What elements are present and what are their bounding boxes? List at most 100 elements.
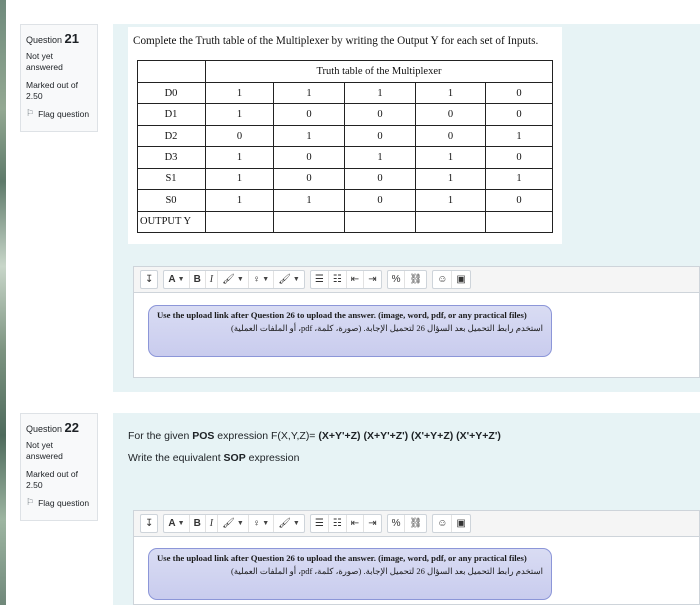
- indent-icon: ⇥: [368, 274, 377, 285]
- image-icon: ▣: [456, 274, 466, 285]
- question-prompt: For the given POS expression F(X,Y,Z)= (…: [128, 430, 501, 442]
- italic-button[interactable]: I: [206, 515, 219, 532]
- link-button[interactable]: %: [388, 271, 406, 288]
- editor-toolbar: ↧ A ▼ B I 🖌 ▼ ♀ ▼ 🖌 ▼ ☰ ☷ ⇤ ⇥ % ⛓ ☺ ▣: [133, 510, 700, 536]
- chevron-down-icon: ▼: [262, 276, 270, 283]
- emoji-icon: ☺: [437, 518, 448, 529]
- media-group: ☺ ▣: [432, 514, 471, 533]
- collapse-button[interactable]: ↧: [140, 270, 159, 289]
- collapse-icon: ↧: [145, 518, 154, 529]
- notice-english: Use the upload link after Question 26 to…: [157, 310, 527, 320]
- upload-notice: Use the upload link after Question 26 to…: [148, 305, 552, 357]
- flag-label: Flag question: [38, 108, 90, 119]
- truth-table: Truth table of the Multiplexer D0 1 1 1 1 0 D…: [137, 60, 553, 234]
- outdent-button[interactable]: ⇤: [347, 271, 365, 288]
- notice-arabic: استخدم رابط التحميل بعد السؤال 26 لتحميل…: [231, 323, 543, 333]
- chevron-down-icon: ▼: [262, 520, 270, 527]
- question-number: 21: [64, 31, 80, 46]
- link-group: % ⛓: [386, 514, 428, 533]
- unordered-list-icon: ☰: [314, 518, 324, 529]
- collapse-icon: ↧: [145, 274, 154, 285]
- table-corner: [137, 60, 206, 83]
- highlight-button[interactable]: ♀ ▼: [249, 515, 275, 532]
- table-row: D1 1 0 0 0 0: [137, 103, 553, 126]
- text-color-button[interactable]: 🖌 ▼: [218, 271, 249, 288]
- table-row: D2 0 1 0 0 1: [137, 124, 553, 148]
- question-status: Not yet answered: [26, 440, 63, 461]
- question-mark: Marked out of 2.50: [26, 469, 78, 490]
- question-prompt: Complete the Truth table of the Multiple…: [133, 35, 539, 47]
- italic-button[interactable]: I: [206, 271, 219, 288]
- indent-button[interactable]: ⇥: [364, 271, 380, 288]
- question-info-21: Question 21 Not yet answered Marked out …: [20, 24, 98, 132]
- brush-icon: 🖌: [278, 518, 291, 529]
- question-status: Not yet answered: [26, 51, 63, 72]
- outdent-icon: ⇤: [350, 518, 360, 529]
- bulb-icon: ♀: [252, 518, 261, 529]
- pos-expression: (X+Y'+Z) (X+Y'+Z') (X'+Y+Z) (X'+Y+Z'): [318, 430, 501, 442]
- unlink-button[interactable]: ⛓: [405, 271, 426, 288]
- chevron-down-icon: ▼: [177, 520, 185, 527]
- table-row: D0 1 1 1 1 0: [137, 81, 553, 105]
- unordered-list-icon: ☰: [314, 274, 324, 285]
- highlight-button[interactable]: ♀ ▼: [249, 271, 275, 288]
- table-title: Truth table of the Multiplexer: [205, 60, 553, 83]
- image-button[interactable]: ▣: [452, 515, 469, 532]
- chevron-down-icon: ▼: [236, 276, 244, 283]
- font-button[interactable]: A ▼: [164, 515, 190, 532]
- table-row: D3 1 0 1 1 0: [137, 146, 553, 169]
- ordered-list-icon: ☷: [332, 274, 342, 285]
- flag-icon: ⚐: [26, 108, 35, 118]
- unlink-icon: ⛓: [409, 518, 423, 529]
- background-color-button[interactable]: 🖌 ▼: [274, 515, 304, 532]
- unordered-list-button[interactable]: ☰: [311, 515, 329, 532]
- editor-toolbar: ↧ A ▼ B I 🖌 ▼ ♀ ▼ 🖌 ▼ ☰ ☷ ⇤ ⇥ % ⛓ ☺ ▣: [133, 266, 700, 292]
- image-button[interactable]: ▣: [452, 271, 469, 288]
- unlink-icon: ⛓: [409, 274, 423, 285]
- emoji-button[interactable]: ☺: [433, 271, 453, 288]
- list-group: ☰ ☷ ⇤ ⇥: [309, 514, 382, 533]
- question-label: Question: [26, 35, 63, 45]
- emoji-icon: ☺: [437, 274, 448, 285]
- outdent-button[interactable]: ⇤: [347, 515, 365, 532]
- bulb-icon: ♀: [252, 274, 261, 285]
- table-row: S1 1 0 0 1 1: [137, 167, 553, 191]
- font-button[interactable]: A ▼: [164, 271, 190, 288]
- ordered-list-button[interactable]: ☷: [329, 515, 347, 532]
- flag-question-link[interactable]: ⚐ Flag question: [26, 108, 92, 119]
- unlink-button[interactable]: ⛓: [405, 515, 426, 532]
- question-mark: Marked out of 2.50: [26, 80, 78, 101]
- indent-icon: ⇥: [368, 518, 377, 529]
- flag-icon: ⚐: [26, 497, 35, 507]
- bold-button[interactable]: B: [190, 271, 206, 288]
- collapse-button[interactable]: ↧: [140, 514, 159, 533]
- bold-button[interactable]: B: [190, 515, 206, 532]
- ordered-list-icon: ☷: [332, 518, 342, 529]
- table-row-output: OUTPUT Y: [137, 210, 553, 234]
- link-group: % ⛓: [386, 270, 428, 289]
- link-icon: %: [391, 274, 401, 285]
- question-prompt-line2: Write the equivalent SOP expression: [128, 452, 300, 464]
- flag-question-link[interactable]: ⚐ Flag question: [26, 497, 92, 508]
- background-color-button[interactable]: 🖌 ▼: [274, 271, 304, 288]
- format-group: A ▼ B I 🖌 ▼ ♀ ▼ 🖌 ▼: [163, 514, 305, 533]
- question-label: Question: [26, 424, 63, 434]
- notice-arabic: استخدم رابط التحميل بعد السؤال 26 لتحميل…: [231, 566, 543, 576]
- text-color-button[interactable]: 🖌 ▼: [218, 515, 249, 532]
- unordered-list-button[interactable]: ☰: [311, 271, 329, 288]
- emoji-button[interactable]: ☺: [433, 515, 453, 532]
- chevron-down-icon: ▼: [177, 276, 185, 283]
- quiz-page: { "q21": { "label": "Question", "number"…: [0, 0, 700, 605]
- brush-icon: 🖌: [278, 274, 291, 285]
- list-group: ☰ ☷ ⇤ ⇥: [309, 270, 382, 289]
- upload-notice: Use the upload link after Question 26 to…: [148, 548, 552, 600]
- link-icon: %: [391, 518, 401, 529]
- image-icon: ▣: [456, 518, 466, 529]
- outdent-icon: ⇤: [350, 274, 360, 285]
- ordered-list-button[interactable]: ☷: [329, 271, 347, 288]
- chevron-down-icon: ▼: [236, 520, 244, 527]
- link-button[interactable]: %: [388, 515, 406, 532]
- indent-button[interactable]: ⇥: [364, 515, 380, 532]
- table-row: S0 1 1 0 1 0: [137, 189, 553, 212]
- format-group: A ▼ B I 🖌 ▼ ♀ ▼ 🖌 ▼: [163, 270, 305, 289]
